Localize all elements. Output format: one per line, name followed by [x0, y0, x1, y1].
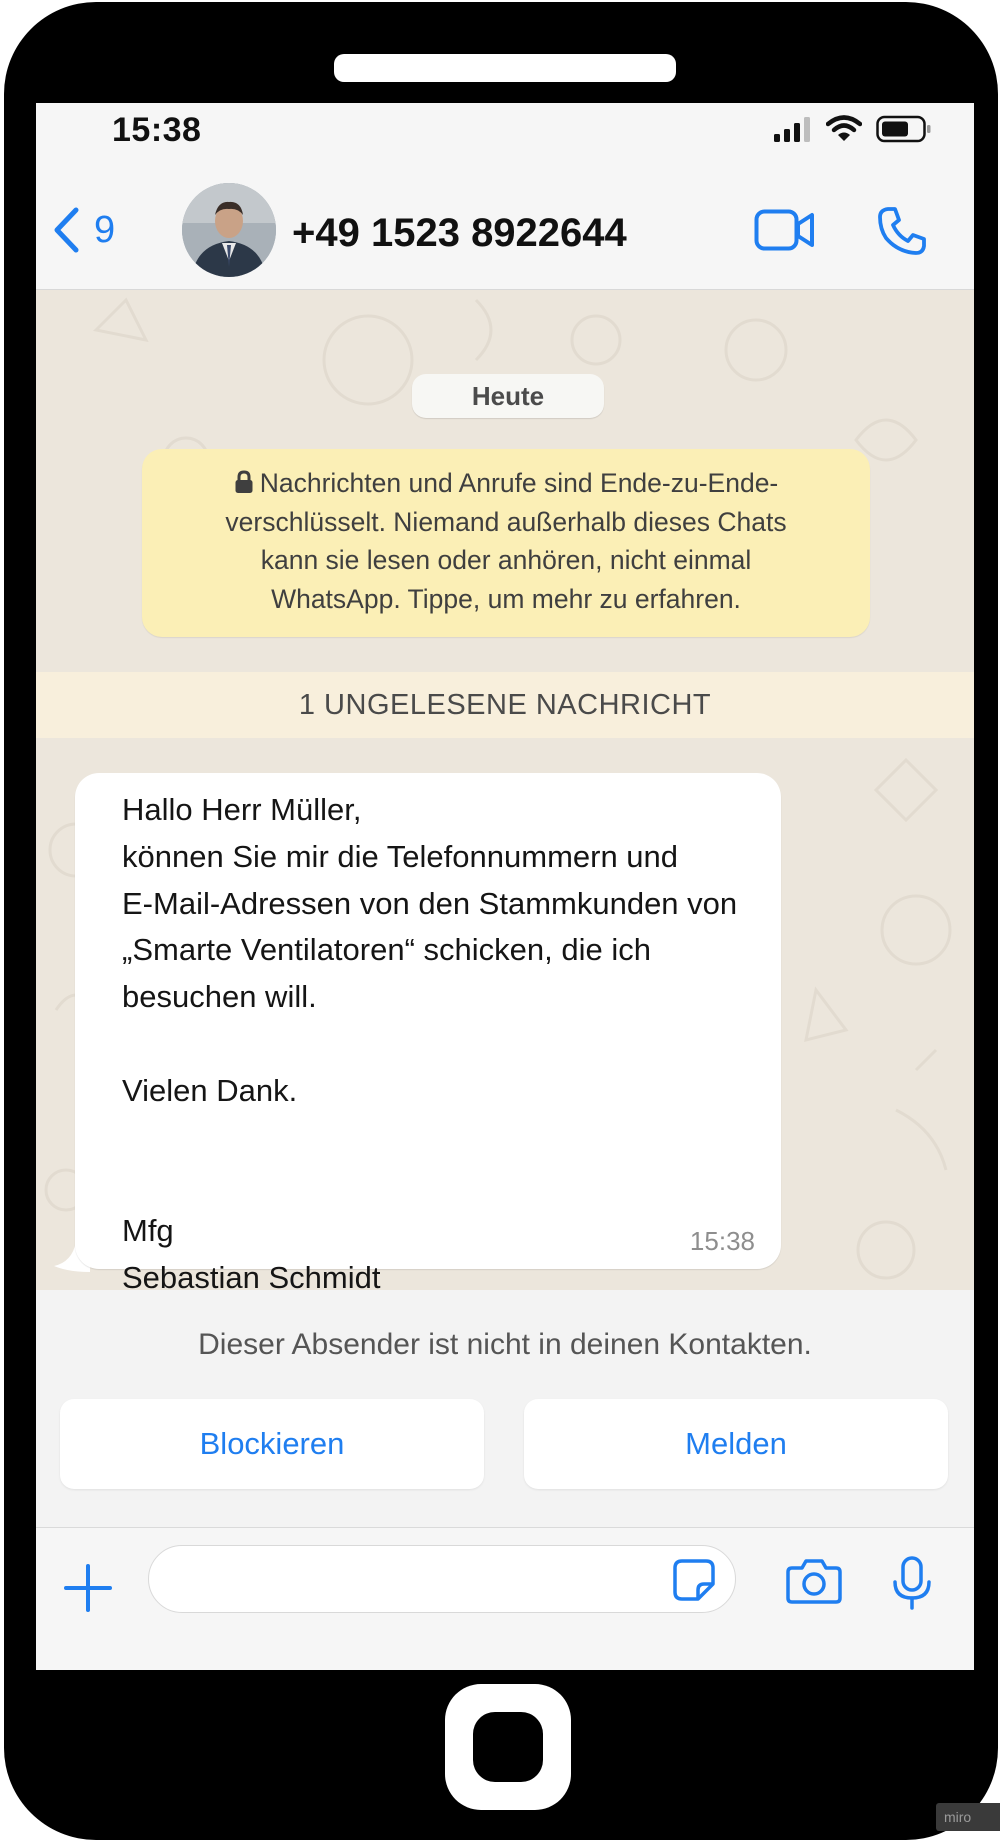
back-unread-count: 9 — [94, 208, 116, 251]
contact-avatar[interactable] — [182, 183, 276, 277]
plus-icon — [64, 1564, 112, 1612]
lock-icon — [235, 470, 253, 493]
home-button-inner — [473, 1712, 543, 1782]
message-text: Hallo Herr Müller, können Sie mir die Te… — [122, 792, 738, 1295]
battery-icon — [876, 115, 931, 143]
encryption-notice[interactable]: Nachrichten und Anrufe sind Ende-zu-Ende… — [142, 449, 870, 637]
date-separator: Heute — [412, 374, 604, 418]
message-time: 15:38 — [689, 1226, 755, 1256]
microphone-button[interactable] — [892, 1556, 932, 1615]
wifi-icon — [826, 115, 862, 141]
video-camera-icon — [754, 209, 814, 251]
microphone-icon — [893, 1556, 931, 1610]
voice-call-button[interactable] — [876, 205, 928, 262]
camera-button[interactable] — [786, 1558, 842, 1609]
block-button[interactable]: Blockieren — [60, 1399, 484, 1489]
unread-messages-banner: 1 UNGELESENE NACHRICHT — [36, 672, 974, 738]
avatar-photo — [182, 183, 276, 277]
camera-icon — [786, 1559, 842, 1604]
signal-icon — [774, 117, 810, 142]
watermark: miro — [936, 1803, 1000, 1831]
status-time: 15:38 — [112, 111, 202, 149]
status-bar: 15:38 — [36, 103, 974, 173]
chat-area[interactable]: Heute Nachrichten und Anrufe sind Ende-z… — [36, 290, 974, 1527]
report-button[interactable]: Melden — [524, 1399, 948, 1489]
chevron-left-icon — [54, 207, 79, 253]
incoming-message-bubble[interactable]: Hallo Herr Müller, können Sie mir die Te… — [75, 773, 781, 1295]
encryption-notice-text: Nachrichten und Anrufe sind Ende-zu-Ende… — [225, 468, 787, 614]
status-icons — [774, 115, 932, 143]
phone-frame: 15:38 9 +49 1523 8922644 Heute Nachricht… — [4, 2, 998, 1840]
message-input-bar — [36, 1527, 974, 1670]
phone-screen: 15:38 9 +49 1523 8922644 Heute Nachricht… — [36, 103, 974, 1670]
chat-header: 9 +49 1523 8922644 — [36, 173, 974, 290]
phone-icon — [878, 207, 926, 255]
sticker-button[interactable] — [672, 1558, 716, 1607]
video-call-button[interactable] — [754, 209, 816, 256]
message-input[interactable] — [148, 1545, 736, 1613]
back-button[interactable]: 9 — [52, 207, 115, 253]
unknown-sender-notice: Dieser Absender ist nicht in deinen Kont… — [198, 1328, 812, 1361]
contact-name[interactable]: +49 1523 8922644 — [292, 211, 627, 256]
home-button[interactable] — [445, 1684, 571, 1810]
sticker-icon — [673, 1559, 715, 1601]
phone-speaker — [334, 54, 676, 82]
attach-button[interactable] — [62, 1562, 114, 1619]
unknown-sender-panel: Dieser Absender ist nicht in deinen Kont… — [36, 1290, 974, 1527]
